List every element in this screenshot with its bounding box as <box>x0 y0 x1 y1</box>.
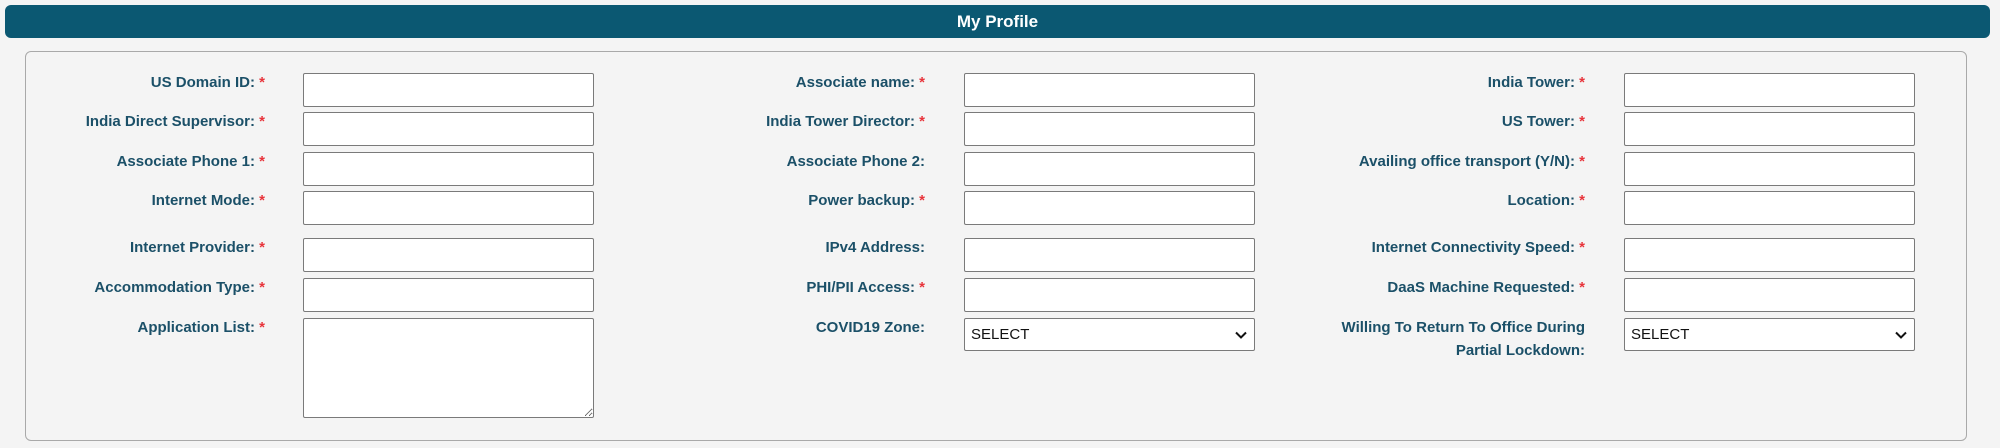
internet-connectivity-speed-label-text: Internet Connectivity Speed: <box>1371 239 1575 256</box>
associate-phone-1-input[interactable] <box>303 152 594 186</box>
internet-provider-label: Internet Provider: * <box>15 236 265 259</box>
associate-name-label: Associate name: * <box>625 71 925 94</box>
us-domain-id-label-text: US Domain ID: <box>150 74 255 91</box>
us-tower-label-text: US Tower: <box>1501 113 1575 130</box>
us-domain-id-input[interactable] <box>303 73 594 107</box>
internet-provider-input[interactable] <box>303 238 594 272</box>
india-tower-director-label-text: India Tower Director: <box>766 113 915 130</box>
accommodation-type-label: Accommodation Type: * <box>15 276 265 299</box>
us-tower-label: US Tower: * <box>1265 110 1585 133</box>
location-label-text: Location: <box>1507 192 1575 209</box>
covid19-zone-label-text: COVID19 Zone: <box>815 319 925 336</box>
internet-provider-label-text: Internet Provider: <box>129 239 255 256</box>
india-direct-supervisor-label: India Direct Supervisor: * <box>15 110 265 133</box>
associate-phone-2-input[interactable] <box>964 152 1255 186</box>
required-marker: * <box>1579 113 1585 130</box>
required-marker: * <box>1579 239 1585 256</box>
required-marker: * <box>1579 192 1585 209</box>
india-tower-label: India Tower: * <box>1265 71 1585 94</box>
india-direct-supervisor-input[interactable] <box>303 112 594 146</box>
required-marker: * <box>259 319 265 336</box>
chevron-down-icon <box>1894 328 1908 342</box>
required-marker: * <box>919 192 925 209</box>
daas-machine-requested-label: DaaS Machine Requested: * <box>1265 276 1585 299</box>
willing-to-return-to-office-during-partial-lockdown-label: Willing To Return To Office During Parti… <box>1300 316 1585 362</box>
internet-connectivity-speed-input[interactable] <box>1624 238 1915 272</box>
required-marker: * <box>919 74 925 91</box>
phi-pii-access-label-text: PHI/PII Access: <box>806 279 915 296</box>
availing-office-transport-y-n-label-text: Availing office transport (Y/N): <box>1358 153 1575 170</box>
internet-connectivity-speed-label: Internet Connectivity Speed: * <box>1265 236 1585 259</box>
application-list-label-text: Application List: <box>137 319 255 336</box>
india-direct-supervisor-label-text: India Direct Supervisor: <box>85 113 255 130</box>
associate-phone-1-label-text: Associate Phone 1: <box>116 153 255 170</box>
required-marker: * <box>259 153 265 170</box>
chevron-down-icon <box>1234 328 1248 342</box>
location-input[interactable] <box>1624 191 1915 225</box>
daas-machine-requested-input[interactable] <box>1624 278 1915 312</box>
availing-office-transport-y-n-input[interactable] <box>1624 152 1915 186</box>
associate-phone-1-label: Associate Phone 1: * <box>15 150 265 173</box>
ipv4-address-label-text: IPv4 Address: <box>825 239 926 256</box>
required-marker: * <box>259 74 265 91</box>
page-title: My Profile <box>956 11 1039 31</box>
phi-pii-access-label: PHI/PII Access: * <box>625 276 925 299</box>
power-backup-label: Power backup: * <box>625 189 925 212</box>
india-tower-label-text: India Tower: <box>1487 74 1575 91</box>
willing-to-return-to-office-during-partial-lockdown-selected-value: SELECT <box>1631 326 1690 343</box>
phi-pii-access-input[interactable] <box>964 278 1255 312</box>
covid19-zone-label: COVID19 Zone: <box>625 316 925 339</box>
ipv4-address-input[interactable] <box>964 238 1255 272</box>
internet-mode-label-text: Internet Mode: <box>151 192 255 209</box>
india-tower-director-input[interactable] <box>964 112 1255 146</box>
power-backup-label-text: Power backup: <box>808 192 915 209</box>
accommodation-type-input[interactable] <box>303 278 594 312</box>
daas-machine-requested-label-text: DaaS Machine Requested: <box>1387 279 1575 296</box>
location-label: Location: * <box>1265 189 1585 212</box>
associate-name-input[interactable] <box>964 73 1255 107</box>
application-list-label: Application List: * <box>15 316 265 339</box>
application-list-textarea[interactable] <box>303 318 594 418</box>
india-tower-input[interactable] <box>1624 73 1915 107</box>
associate-phone-2-label: Associate Phone 2: <box>625 150 925 173</box>
associate-name-label-text: Associate name: <box>795 74 915 91</box>
covid19-zone-selected-value: SELECT <box>971 326 1030 343</box>
required-marker: * <box>259 239 265 256</box>
required-marker: * <box>259 192 265 209</box>
availing-office-transport-y-n-label: Availing office transport (Y/N): * <box>1265 150 1585 173</box>
associate-phone-2-label-text: Associate Phone 2: <box>786 153 925 170</box>
power-backup-input[interactable] <box>964 191 1255 225</box>
willing-to-return-to-office-during-partial-lockdown-label-text: Willing To Return To Office During Parti… <box>1341 319 1585 359</box>
us-tower-input[interactable] <box>1624 112 1915 146</box>
required-marker: * <box>1579 153 1585 170</box>
ipv4-address-label: IPv4 Address: <box>625 236 926 259</box>
willing-to-return-to-office-during-partial-lockdown-select[interactable]: SELECT <box>1624 318 1915 351</box>
india-tower-director-label: India Tower Director: * <box>625 110 925 133</box>
internet-mode-input[interactable] <box>303 191 594 225</box>
required-marker: * <box>1579 279 1585 296</box>
page-header: My Profile <box>5 5 1990 38</box>
internet-mode-label: Internet Mode: * <box>15 189 265 212</box>
required-marker: * <box>259 113 265 130</box>
required-marker: * <box>259 279 265 296</box>
required-marker: * <box>919 279 925 296</box>
required-marker: * <box>1579 74 1585 91</box>
accommodation-type-label-text: Accommodation Type: <box>94 279 255 296</box>
covid19-zone-select[interactable]: SELECT <box>964 318 1255 351</box>
required-marker: * <box>919 113 925 130</box>
us-domain-id-label: US Domain ID: * <box>15 71 265 94</box>
